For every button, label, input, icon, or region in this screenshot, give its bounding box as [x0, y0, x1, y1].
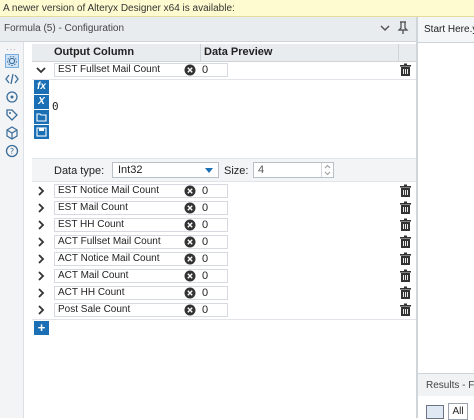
data-preview-value: 0: [202, 236, 209, 248]
data-preview-value: 0: [202, 287, 209, 299]
clear-icon[interactable]: [184, 64, 196, 76]
formula-grid: Output Column Data Preview EST Fullset M…: [32, 44, 416, 339]
chevron-right-icon[interactable]: [35, 287, 47, 299]
trash-icon[interactable]: [399, 184, 412, 198]
trash-icon[interactable]: [399, 286, 412, 300]
data-preview-value: 0: [202, 185, 209, 197]
formula-row[interactable]: EST Mail Count 0: [32, 200, 416, 218]
data-type-bar: Data type: Int32 Size: 4: [32, 158, 416, 182]
trash-icon[interactable]: [399, 269, 412, 283]
clear-icon[interactable]: [184, 219, 196, 231]
grip-icon: ···: [6, 45, 17, 54]
clear-icon[interactable]: [184, 287, 196, 299]
chevron-down-icon[interactable]: [379, 22, 391, 34]
dropdown-arrow-icon[interactable]: [205, 168, 213, 173]
chevron-right-icon[interactable]: [35, 202, 47, 214]
data-type-select[interactable]: Int32: [112, 162, 219, 178]
chevron-right-icon[interactable]: [35, 270, 47, 282]
workflow-tab-label: Start Here.y: [424, 24, 474, 35]
output-column-header: Output Column: [54, 46, 135, 58]
pin-icon[interactable]: [397, 21, 409, 35]
expression-text[interactable]: 0: [52, 100, 59, 113]
svg-text:?: ?: [10, 147, 14, 156]
right-pane: Start Here.y Results - For All: [418, 17, 474, 420]
chevron-right-icon[interactable]: [35, 253, 47, 265]
data-preview-value: 0: [202, 64, 209, 76]
clear-icon[interactable]: [184, 304, 196, 316]
workflow-tab[interactable]: Start Here.y: [418, 17, 474, 43]
formula-row[interactable]: ACT Mail Count 0: [32, 268, 416, 286]
code-icon[interactable]: [5, 72, 19, 86]
data-preview-header: Data Preview: [204, 46, 273, 58]
variable-icon[interactable]: X: [34, 95, 49, 109]
folder-icon[interactable]: [34, 110, 49, 124]
formula-row[interactable]: ACT Fullset Mail Count 0: [32, 234, 416, 252]
column-divider: [200, 44, 201, 61]
save-icon[interactable]: [34, 125, 49, 139]
refresh-icon[interactable]: [5, 90, 19, 104]
formula-row[interactable]: EST Notice Mail Count 0: [32, 183, 416, 201]
clear-icon[interactable]: [184, 202, 196, 214]
results-title: Results - For: [426, 380, 474, 391]
formula-row[interactable]: ACT Notice Mail Count 0: [32, 251, 416, 269]
trash-icon[interactable]: [399, 235, 412, 249]
trash-icon[interactable]: [399, 303, 412, 317]
clear-icon[interactable]: [184, 253, 196, 265]
chevron-right-icon[interactable]: [35, 236, 47, 248]
add-formula-button[interactable]: +: [34, 321, 49, 335]
column-divider: [398, 44, 399, 61]
chevron-right-icon[interactable]: [35, 219, 47, 231]
data-preview-value: 0: [202, 202, 209, 214]
size-field[interactable]: 4: [253, 162, 334, 178]
trash-icon[interactable]: [399, 218, 412, 232]
gear-icon[interactable]: [5, 54, 19, 68]
function-icon[interactable]: fx: [34, 80, 49, 94]
data-preview-value: 0: [202, 219, 209, 231]
config-toolbar: ··· ?: [0, 42, 24, 418]
panel-title: Formula (5) - Configuration: [4, 23, 125, 34]
cube-icon[interactable]: [5, 126, 19, 140]
help-icon[interactable]: ?: [5, 144, 19, 158]
table-view-icon[interactable]: [426, 405, 444, 419]
clear-icon[interactable]: [184, 185, 196, 197]
update-banner[interactable]: A newer version of Alteryx Designer x64 …: [0, 0, 474, 17]
clear-icon[interactable]: [184, 236, 196, 248]
formula-row[interactable]: ACT HH Count 0: [32, 285, 416, 303]
data-preview-value: 0: [202, 270, 209, 282]
all-button[interactable]: All: [448, 403, 468, 420]
size-value: 4: [258, 164, 265, 176]
data-preview-value: 0: [202, 253, 209, 265]
trash-icon[interactable]: [399, 63, 412, 77]
panel-header: Formula (5) - Configuration: [0, 17, 416, 42]
clear-icon[interactable]: [184, 270, 196, 282]
tag-icon[interactable]: [5, 108, 19, 122]
formula-row[interactable]: EST HH Count 0: [32, 217, 416, 235]
trash-icon[interactable]: [399, 201, 412, 215]
data-type-value: Int32: [118, 164, 143, 176]
formula-row[interactable]: Post Sale Count 0: [32, 302, 416, 320]
chevron-right-icon[interactable]: [35, 304, 47, 316]
data-type-label: Data type:: [54, 165, 105, 177]
trash-icon[interactable]: [399, 252, 412, 266]
formula-row[interactable]: EST Fullset Mail Count 0: [32, 62, 416, 80]
chevron-right-icon[interactable]: [35, 185, 47, 197]
chevron-down-icon[interactable]: [35, 64, 47, 76]
size-label: Size:: [224, 165, 249, 177]
grid-header: Output Column Data Preview: [32, 44, 416, 62]
results-header: Results - For: [418, 373, 474, 396]
spinner-icon[interactable]: [321, 163, 333, 177]
data-preview-value: 0: [202, 304, 209, 316]
